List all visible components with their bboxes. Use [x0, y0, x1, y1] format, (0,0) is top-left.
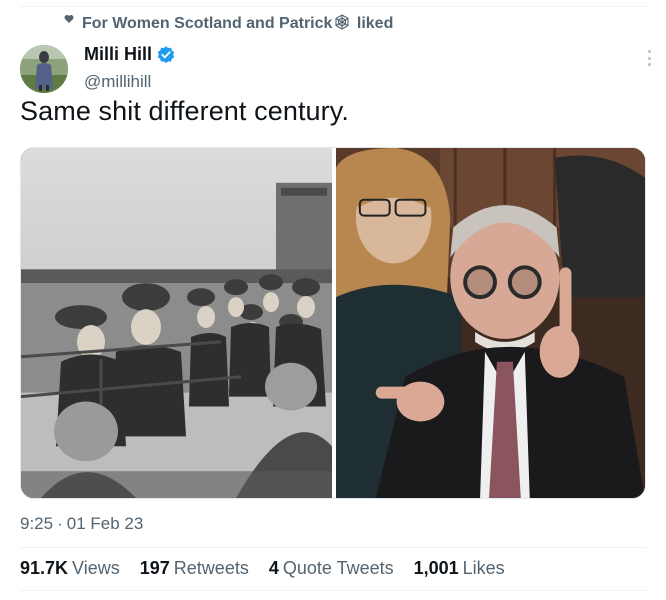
views-label: Views: [72, 558, 120, 578]
tweet-date[interactable]: 01 Feb 23: [67, 514, 144, 533]
stat-retweets[interactable]: 197 Retweets: [140, 558, 249, 579]
social-context[interactable]: For Women Scotland and Patrick liked: [64, 14, 393, 33]
display-name[interactable]: Milli Hill: [84, 44, 152, 65]
avatar[interactable]: [20, 45, 68, 93]
likes-label: Likes: [462, 558, 505, 578]
top-divider: [20, 6, 646, 7]
retweets-label: Retweets: [173, 558, 249, 578]
author-handle[interactable]: @millihill: [84, 72, 151, 92]
stats-divider-bottom: [20, 590, 646, 591]
engagement-stats: 91.7K Views 197 Retweets 4 Quote Tweets 1,0…: [20, 558, 505, 579]
tweet-media[interactable]: [20, 147, 646, 499]
tweet-time[interactable]: 9:25: [20, 514, 53, 533]
verified-badge-icon: [157, 45, 175, 63]
stat-views[interactable]: 91.7K Views: [20, 558, 120, 579]
stat-likes[interactable]: 1,001 Likes: [414, 558, 505, 579]
tweet-text: Same shit different century.: [20, 96, 349, 126]
historical-courtroom-photo[interactable]: [21, 148, 332, 498]
heart-icon: [64, 14, 74, 23]
spider-web-icon: [335, 14, 349, 30]
retweets-count: 197: [139, 558, 170, 578]
author-name-row[interactable]: Milli Hill: [84, 44, 176, 65]
tweet-timestamp[interactable]: 9:25 · 01 Feb 23: [20, 514, 143, 534]
more-options-icon[interactable]: [648, 50, 652, 66]
views-count: 91.7K: [20, 558, 69, 578]
timestamp-separator: ·: [57, 514, 63, 533]
stat-quote-tweets[interactable]: 4 Quote Tweets: [269, 558, 394, 579]
quote-tweets-count: 4: [268, 558, 279, 578]
social-context-label: For Women Scotland and Patrick liked: [82, 14, 394, 32]
likes-count: 1,001: [413, 558, 459, 578]
stats-divider-top: [20, 547, 646, 548]
quote-tweets-label: Quote Tweets: [282, 558, 394, 578]
modern-committee-photo[interactable]: [336, 148, 645, 498]
